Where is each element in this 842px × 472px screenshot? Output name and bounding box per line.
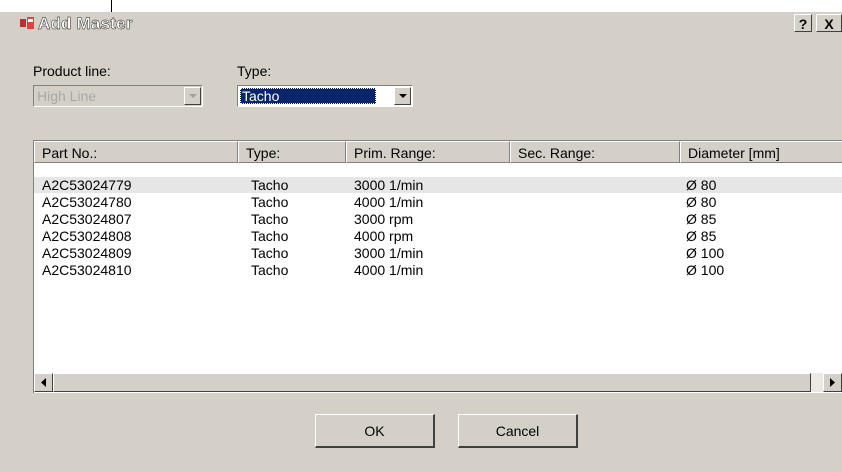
cell-diameter: Ø 100	[686, 245, 725, 261]
cell-prim-range: 4000 1/min	[354, 262, 424, 278]
type-value: Tacho	[240, 88, 376, 104]
cell-diameter: Ø 100	[686, 262, 725, 278]
column-header-sec-range[interactable]: Sec. Range:	[510, 141, 680, 163]
master-list[interactable]: Part No.: Type: Prim. Range: Sec. Range:…	[33, 140, 842, 393]
ok-button[interactable]: OK	[315, 414, 435, 448]
cell-diameter: Ø 80	[686, 194, 717, 210]
chevron-down-icon	[399, 94, 407, 98]
cell-part-no: A2C53024807	[42, 211, 132, 227]
cell-part-no: A2C53024809	[42, 245, 132, 261]
scroll-thumb[interactable]	[53, 373, 811, 392]
cell-prim-range: 3000 1/min	[354, 245, 424, 261]
cell-type: Tacho	[251, 211, 289, 227]
cell-type: Tacho	[251, 262, 289, 278]
column-header-diameter[interactable]: Diameter [mm]	[680, 141, 842, 163]
column-header-part-no[interactable]: Part No.:	[34, 141, 238, 163]
table-row[interactable]: A2C53024809 Tacho 3000 1/min Ø 100	[34, 245, 842, 261]
column-header-prim-range[interactable]: Prim. Range:	[346, 141, 510, 163]
product-line-label: Product line:	[33, 63, 111, 79]
type-dropdown-button[interactable]	[394, 87, 411, 105]
cell-prim-range: 4000 1/min	[354, 194, 424, 210]
app-icon	[20, 17, 34, 29]
cell-diameter: Ø 80	[686, 177, 717, 193]
product-line-dropdown-button	[184, 87, 201, 105]
table-row[interactable]: A2C53024810 Tacho 4000 1/min Ø 100	[34, 262, 842, 278]
arrow-right-icon	[830, 378, 835, 387]
cell-prim-range: 4000 rpm	[354, 228, 414, 244]
cell-part-no: A2C53024780	[42, 194, 132, 210]
cell-type: Tacho	[251, 228, 289, 244]
type-combobox[interactable]: Tacho	[237, 85, 413, 107]
arrow-left-icon	[41, 378, 46, 387]
cell-diameter: Ø 85	[686, 228, 717, 244]
window-title: Add Master	[38, 14, 133, 33]
table-row[interactable]: A2C53024780 Tacho 4000 1/min Ø 80	[34, 194, 842, 210]
cancel-button[interactable]: Cancel	[458, 414, 578, 448]
cell-part-no: A2C53024810	[42, 262, 132, 278]
cell-prim-range: 3000 1/min	[354, 177, 424, 193]
background-margin	[0, 0, 842, 12]
cell-part-no: A2C53024779	[42, 177, 132, 193]
close-button[interactable]: X	[816, 14, 842, 32]
product-line-value: High Line	[37, 88, 97, 104]
cell-type: Tacho	[251, 194, 289, 210]
cell-part-no: A2C53024808	[42, 228, 132, 244]
table-row[interactable]: A2C53024779 Tacho 3000 1/min Ø 80	[34, 177, 842, 193]
horizontal-scrollbar[interactable]	[34, 373, 842, 392]
cell-prim-range: 3000 rpm	[354, 211, 414, 227]
scroll-left-button[interactable]	[34, 373, 53, 392]
chevron-down-icon	[189, 94, 197, 98]
cell-type: Tacho	[251, 177, 289, 193]
scroll-right-button[interactable]	[823, 373, 842, 392]
type-label: Type:	[237, 63, 272, 79]
cell-type: Tacho	[251, 245, 289, 261]
help-button[interactable]: ?	[794, 14, 812, 32]
table-row[interactable]: A2C53024808 Tacho 4000 rpm Ø 85	[34, 228, 842, 244]
cell-diameter: Ø 85	[686, 211, 717, 227]
column-header-type[interactable]: Type:	[238, 141, 346, 163]
product-line-combobox: High Line	[33, 85, 203, 107]
list-header: Part No.: Type: Prim. Range: Sec. Range:…	[34, 141, 842, 163]
table-row[interactable]: A2C53024807 Tacho 3000 rpm Ø 85	[34, 211, 842, 227]
